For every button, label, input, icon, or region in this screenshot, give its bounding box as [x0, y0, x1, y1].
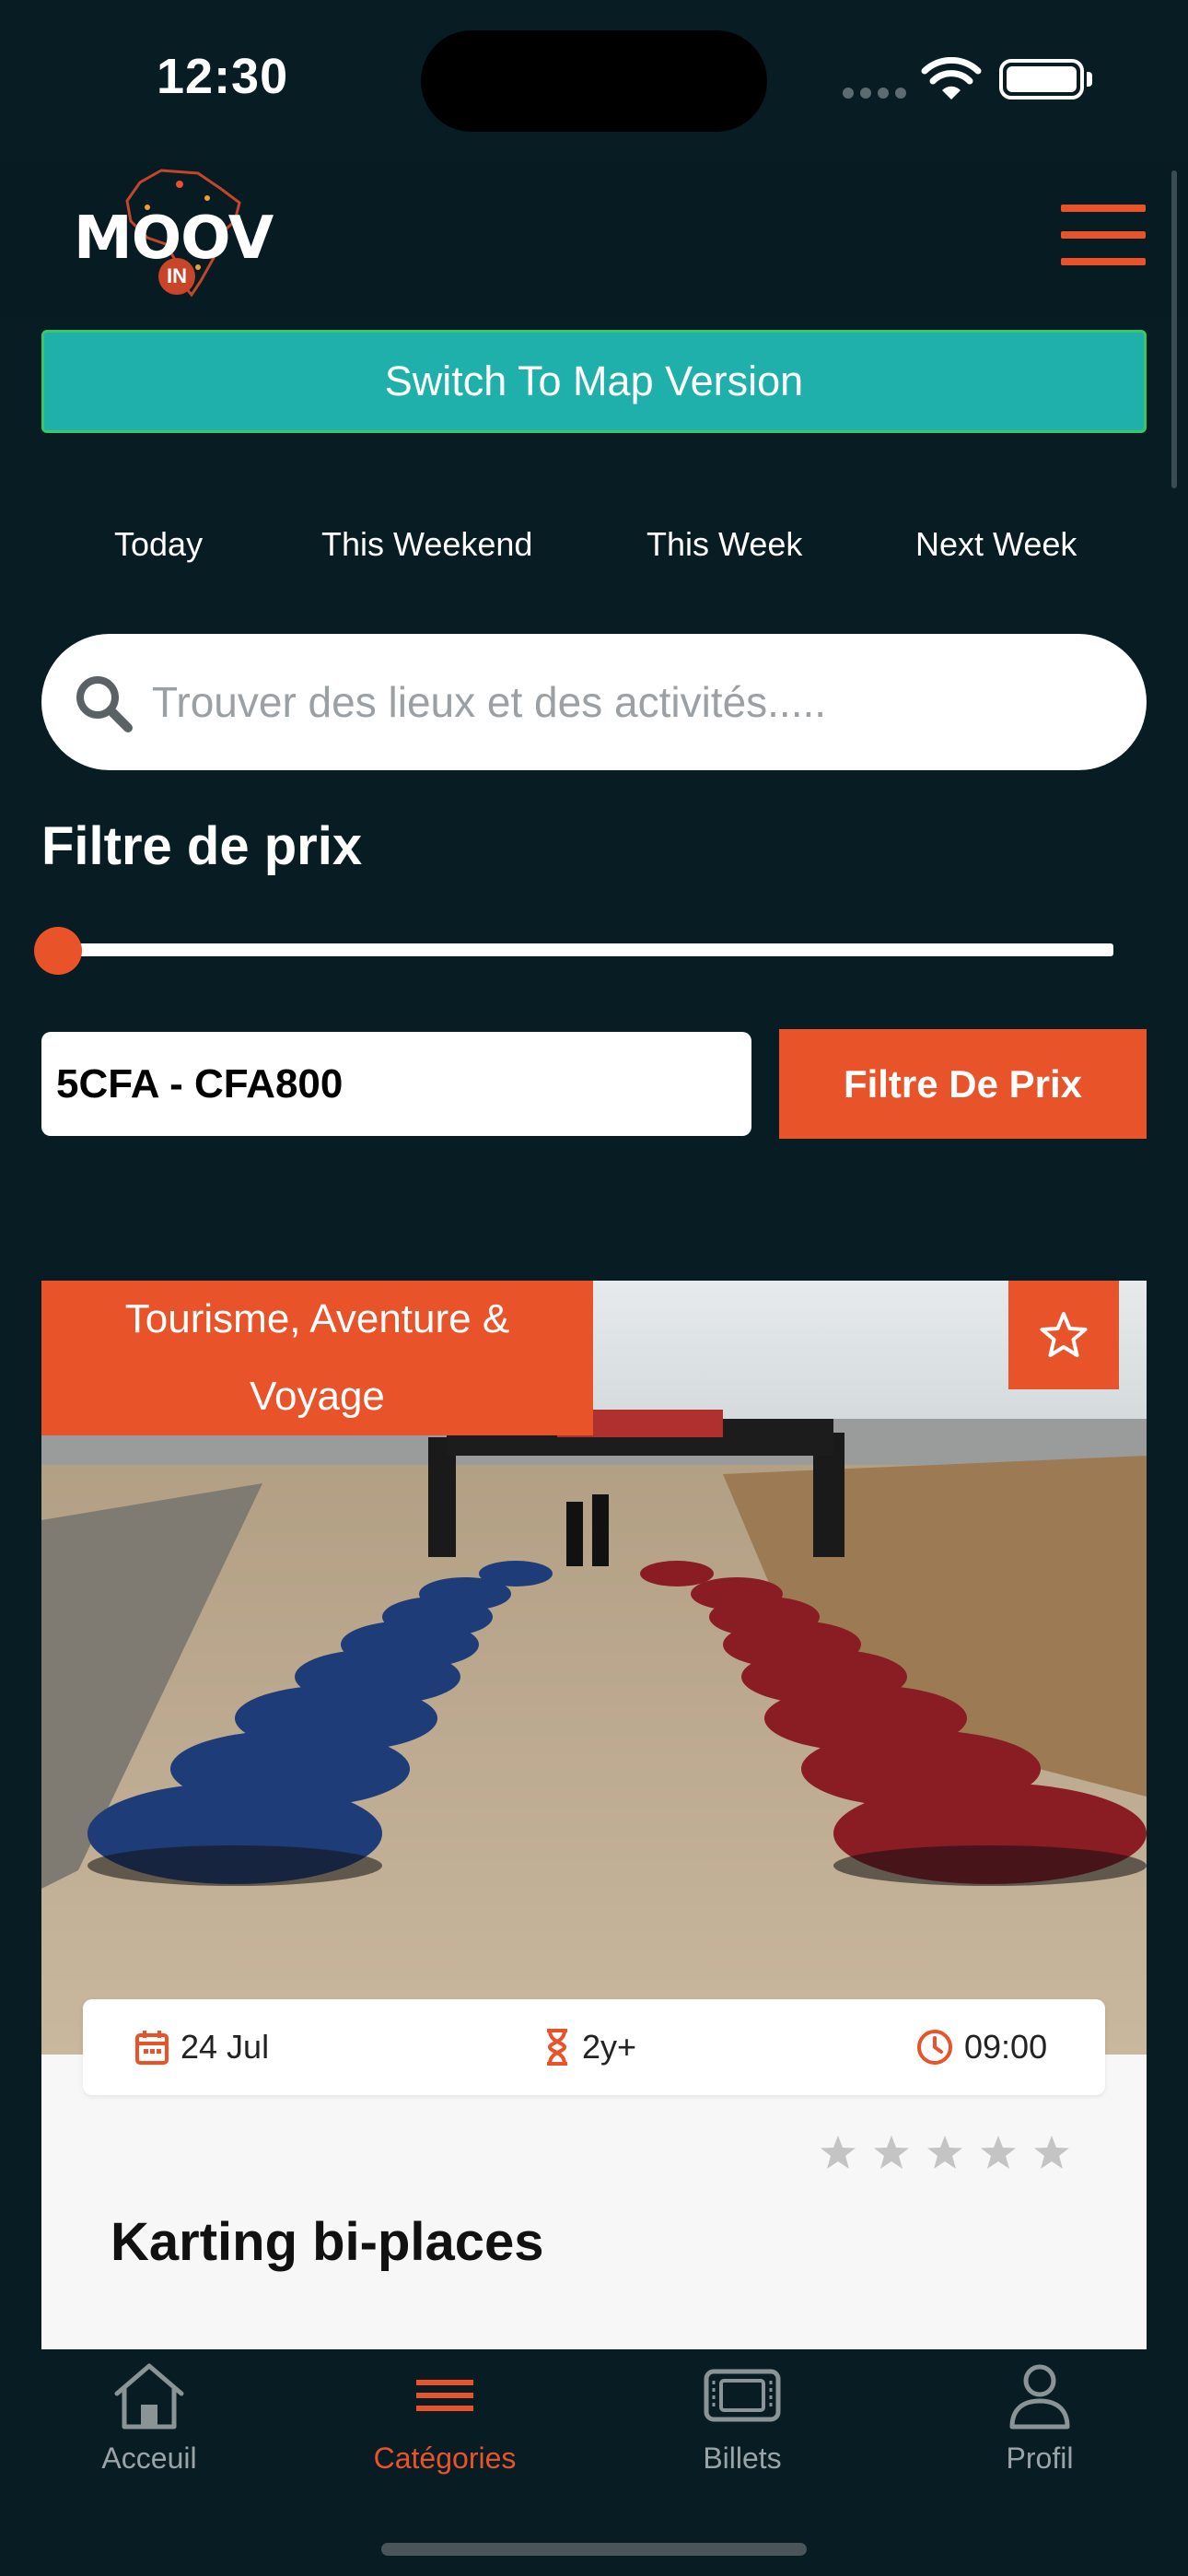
menu-line-icon: [1061, 231, 1146, 239]
tab-billets[interactable]: Billets: [650, 2359, 834, 2476]
hourglass-icon: [547, 2029, 567, 2066]
search-input[interactable]: [152, 665, 1110, 739]
event-title[interactable]: Karting bi-places: [111, 2211, 544, 2273]
tab-label: Billets: [703, 2441, 782, 2475]
logo-sub: IN: [158, 258, 195, 295]
tab-label: Acceuil: [101, 2441, 197, 2475]
hamburger-menu-button[interactable]: [1061, 205, 1146, 265]
tab-acceuil[interactable]: Acceuil: [57, 2359, 241, 2476]
scrollbar[interactable]: [1171, 170, 1177, 488]
battery-icon: [999, 59, 1084, 100]
calendar-icon: [135, 2031, 169, 2065]
cellular-signal-icon: [843, 88, 906, 99]
logo[interactable]: MOOV IN: [74, 166, 276, 304]
menu-icon: [416, 2380, 473, 2411]
date-filter-tabs: Today This Weekend This Week Next Week: [0, 525, 1188, 580]
home-indicator: [381, 2543, 807, 2556]
date-tab-this-weekend[interactable]: This Weekend: [321, 525, 532, 564]
event-card[interactable]: [41, 1281, 1147, 2349]
star-icon: [1034, 2136, 1069, 2169]
event-meta-bar: 24 Jul 2y+ 09:00: [83, 1999, 1105, 2095]
ticket-icon: [704, 2369, 781, 2422]
menu-line-icon: [1061, 258, 1146, 265]
event-date: 24 Jul: [134, 1999, 269, 2095]
date-tab-today[interactable]: Today: [114, 525, 203, 564]
star-outline-icon: [1040, 1312, 1088, 1357]
price-filter-title: Filtre de prix: [41, 816, 363, 876]
star-icon: [981, 2136, 1016, 2169]
tab-profil[interactable]: Profil: [948, 2359, 1132, 2476]
search-icon: [76, 676, 133, 732]
star-icon: [927, 2136, 962, 2169]
event-card-footer: [41, 2055, 1147, 2349]
favorite-button[interactable]: [1008, 1281, 1119, 1389]
price-slider-thumb[interactable]: [34, 927, 82, 975]
rating-stars: [820, 2134, 1070, 2171]
event-age-text: 2y+: [582, 2028, 637, 2066]
home-icon: [114, 2363, 184, 2430]
tab-categories[interactable]: Catégories: [353, 2359, 537, 2476]
search-bar: [41, 634, 1147, 770]
battery-tip: [1087, 72, 1092, 87]
star-icon: [821, 2136, 856, 2169]
price-slider-track[interactable]: [57, 943, 1113, 956]
switch-to-map-button[interactable]: Switch To Map Version: [41, 330, 1147, 433]
event-time: 09:00: [916, 1999, 1047, 2095]
price-range-field[interactable]: 5CFA - CFA800: [41, 1032, 751, 1136]
user-icon: [1009, 2364, 1070, 2430]
tab-label: Profil: [1006, 2441, 1074, 2475]
event-time-text: 09:00: [964, 2028, 1048, 2066]
event-date-text: 24 Jul: [181, 2028, 270, 2066]
category-badge[interactable]: Tourisme, Aventure & Voyage: [41, 1281, 593, 1435]
wifi-icon: [921, 57, 982, 100]
price-filter-button[interactable]: Filtre De Prix: [779, 1029, 1147, 1139]
date-tab-this-week[interactable]: This Week: [646, 525, 802, 564]
event-age: 2y+: [543, 1999, 636, 2095]
menu-line-icon: [1061, 205, 1146, 212]
dynamic-island: [421, 30, 767, 132]
status-time: 12:30: [157, 49, 289, 104]
star-icon: [874, 2136, 909, 2169]
date-tab-next-week[interactable]: Next Week: [915, 525, 1077, 564]
tab-label: Catégories: [373, 2441, 517, 2475]
clock-icon: [917, 2030, 952, 2065]
